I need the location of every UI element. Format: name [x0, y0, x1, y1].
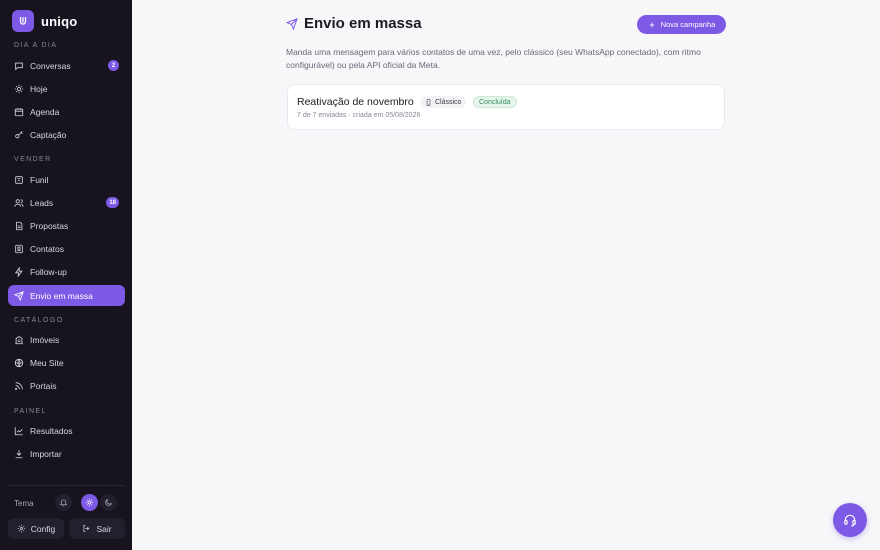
sidebar-item-portais[interactable]: Portais: [8, 375, 125, 396]
brand[interactable]: uniqo: [12, 10, 77, 32]
sidebar-item-resultados[interactable]: Resultados: [8, 420, 125, 441]
rss-icon: [14, 381, 24, 391]
building-icon: [14, 335, 24, 345]
section-label-painel: PAINEL: [14, 408, 47, 415]
sidebar-item-label: Importar: [30, 448, 62, 459]
section-label-dia-a-dia: DIA A DIA: [14, 42, 58, 49]
contact-card-icon: [14, 244, 24, 254]
main-content: Envio em massa Nova campanha Manda uma m…: [132, 0, 880, 550]
users-icon: [14, 198, 24, 208]
sidebar-item-follow-up[interactable]: Follow-up: [8, 261, 125, 282]
sidebar-item-propostas[interactable]: Propostas: [8, 215, 125, 236]
sidebar: uniqo DIA A DIA Conversas 2 Hoje Agenda …: [0, 0, 132, 550]
sidebar-item-label: Portais: [30, 380, 57, 391]
section-label-vender: VENDER: [14, 156, 52, 163]
notifications-button[interactable]: [55, 494, 72, 511]
lightning-icon: [14, 266, 24, 277]
config-button[interactable]: Config: [8, 518, 64, 539]
sidebar-item-meu-site[interactable]: Meu Site: [8, 352, 125, 373]
sidebar-item-envio-em-massa[interactable]: Envio em massa: [8, 285, 125, 306]
key-icon: [14, 130, 24, 140]
sidebar-divider: [8, 485, 125, 486]
page-title: Envio em massa: [304, 15, 422, 32]
logout-button[interactable]: Sair: [69, 518, 125, 539]
sun-icon: [14, 84, 24, 94]
send-icon: [286, 17, 298, 30]
theme-label: Tema: [14, 499, 34, 508]
sidebar-item-label: Contatos: [30, 243, 65, 254]
sidebar-item-hoje[interactable]: Hoje: [8, 78, 125, 99]
sidebar-item-label: Propostas: [30, 220, 69, 231]
sidebar-item-label: Envio em massa: [30, 290, 93, 301]
section-label-catalogo: CATÁLOGO: [14, 317, 64, 324]
sidebar-item-conversas[interactable]: Conversas 2: [8, 55, 125, 76]
new-campaign-button[interactable]: Nova campanha: [637, 15, 726, 34]
leads-count-badge: 18: [106, 197, 119, 208]
status-badge: Concluída: [473, 96, 517, 108]
sidebar-item-label: Hoje: [30, 83, 48, 94]
calendar-icon: [14, 107, 24, 117]
support-chat-button[interactable]: [833, 503, 867, 537]
sidebar-item-label: Meu Site: [30, 357, 64, 368]
sidebar-item-contatos[interactable]: Contatos: [8, 238, 125, 259]
download-icon: [14, 449, 24, 459]
headset-icon: [844, 514, 856, 527]
document-icon: [14, 221, 24, 231]
sun-icon: [85, 498, 94, 507]
campaign-type-chip: Clássico: [420, 96, 467, 108]
config-label: Config: [30, 523, 56, 534]
theme-light-button[interactable]: [81, 494, 98, 511]
chat-icon: [14, 61, 24, 71]
plus-icon: [649, 22, 655, 27]
unread-badge: 2: [108, 60, 119, 71]
bell-icon: [59, 499, 68, 507]
logo-icon: [12, 10, 34, 32]
campaign-type: Clássico: [435, 98, 462, 106]
sidebar-item-label: Leads: [30, 197, 54, 208]
page-header: Envio em massa: [286, 15, 422, 32]
sidebar-item-leads[interactable]: Leads 18: [8, 192, 125, 213]
new-campaign-label: Nova campanha: [660, 20, 716, 29]
brand-name: uniqo: [41, 13, 78, 29]
sidebar-item-agenda[interactable]: Agenda: [8, 101, 125, 122]
sidebar-item-label: Captação: [30, 129, 67, 140]
funnel-icon: [14, 175, 24, 185]
sidebar-item-captacao[interactable]: Captação: [8, 124, 125, 145]
campaign-meta: 7 de 7 enviadas · criada em 05/08/2026: [297, 112, 421, 119]
sidebar-item-imoveis[interactable]: Imóveis: [8, 329, 125, 350]
sidebar-item-label: Agenda: [30, 106, 60, 117]
gear-icon: [17, 524, 25, 533]
sidebar-item-label: Resultados: [30, 425, 73, 436]
moon-icon: [105, 499, 112, 506]
logout-label: Sair: [96, 523, 112, 534]
sidebar-item-label: Follow-up: [30, 266, 67, 277]
theme-dark-button[interactable]: [100, 494, 117, 511]
campaign-card[interactable]: Reativação de novembro Clássico Concluíd…: [287, 84, 725, 130]
campaign-name: Reativação de novembro: [297, 96, 414, 108]
phone-icon: [426, 98, 431, 106]
chart-icon: [14, 426, 24, 436]
sidebar-item-label: Conversas: [30, 60, 71, 71]
logout-icon: [83, 525, 90, 532]
sidebar-item-importar[interactable]: Importar: [8, 443, 125, 464]
sidebar-item-funil[interactable]: Funil: [8, 169, 125, 190]
sidebar-item-label: Imóveis: [30, 334, 60, 345]
sidebar-item-label: Funil: [30, 174, 49, 185]
page-description: Manda uma mensagem para vários contatos …: [286, 47, 701, 70]
globe-icon: [14, 358, 24, 368]
send-icon: [14, 290, 24, 301]
